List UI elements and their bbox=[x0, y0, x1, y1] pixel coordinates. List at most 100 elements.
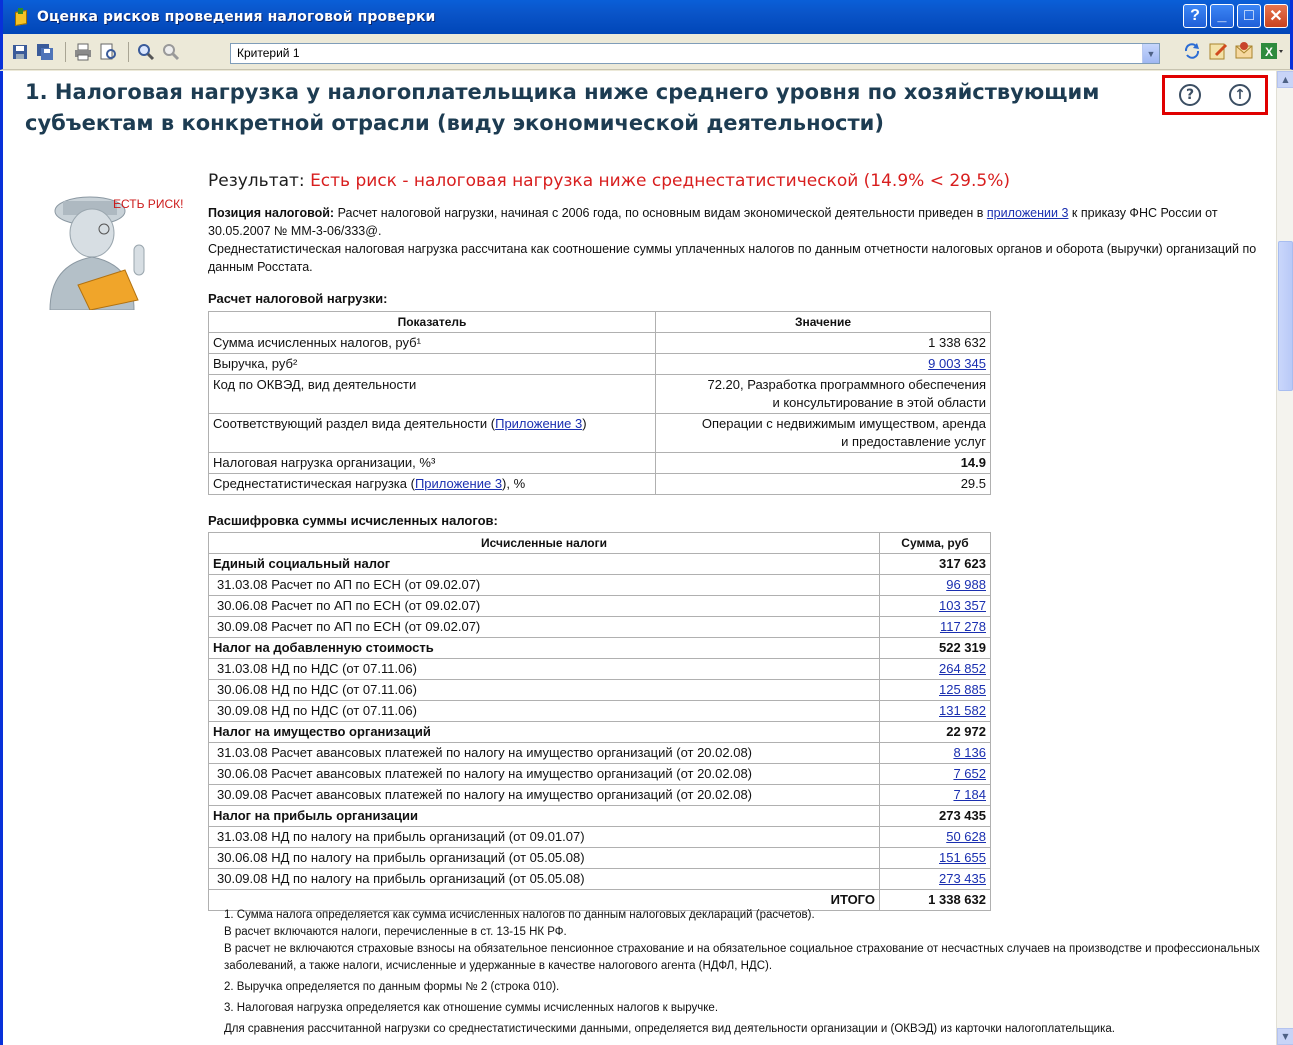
table-row: 31.03.08 НД по налогу на прибыль организ… bbox=[208, 826, 991, 848]
close-button[interactable]: ✕ bbox=[1264, 4, 1288, 28]
col-header-sum: Сумма, руб bbox=[879, 532, 991, 554]
col-header-indicator: Показатель bbox=[208, 311, 656, 333]
group-row: Налог на добавленную стоимость 522 319 bbox=[208, 637, 991, 659]
row-value: 14.9 bbox=[655, 452, 991, 474]
amount-link[interactable]: 131 582 bbox=[939, 703, 986, 718]
row-label: Сумма исчисленных налогов, руб¹ bbox=[208, 332, 656, 354]
excel-icon[interactable]: X bbox=[1260, 41, 1284, 61]
refresh-icon[interactable] bbox=[1182, 41, 1202, 61]
table-row: 30.09.08 Расчет авансовых платежей по на… bbox=[208, 784, 991, 806]
amount-link[interactable]: 273 435 bbox=[939, 871, 986, 886]
maximize-button[interactable]: □ bbox=[1237, 4, 1261, 28]
group-row: Единый социальный налог 317 623 bbox=[208, 553, 991, 575]
table-row: 30.06.08 Расчет авансовых платежей по на… bbox=[208, 763, 991, 785]
footnote-1: 1. Сумма налога определяется как сумма и… bbox=[224, 909, 1260, 972]
calc-header-row: Показатель Значение bbox=[208, 311, 991, 333]
print-icon[interactable] bbox=[72, 41, 94, 63]
amount-link[interactable]: 264 852 bbox=[939, 661, 986, 676]
zoom-in-icon[interactable] bbox=[135, 41, 157, 63]
col-header-value: Значение bbox=[655, 311, 991, 333]
table-row: 30.06.08 НД по НДС (от 07.11.06) 125 885 bbox=[208, 679, 991, 701]
group-label: Налог на имущество организаций bbox=[208, 721, 880, 743]
row-value: 29.5 bbox=[655, 473, 991, 495]
mail-icon[interactable] bbox=[1234, 41, 1254, 61]
footnote-2: 2. Выручка определяется по данным формы … bbox=[224, 981, 560, 993]
table-row: 30.06.08 Расчет по АП по ЕСН (от 09.02.0… bbox=[208, 595, 991, 617]
result-label: Результат: bbox=[208, 171, 305, 191]
help-circle-icon[interactable]: ? bbox=[1179, 84, 1201, 106]
group-label: Налог на прибыль организации bbox=[208, 805, 880, 827]
table-row: 30.09.08 НД по НДС (от 07.11.06) 131 582 bbox=[208, 700, 991, 722]
table-row: Сумма исчисленных налогов, руб¹ 1 338 63… bbox=[208, 332, 991, 354]
header-actions: ? ↑ bbox=[1162, 75, 1268, 115]
chevron-down-icon[interactable]: ▼ bbox=[1142, 44, 1159, 63]
toolbar: Критерий 1 ▼ X bbox=[0, 34, 1293, 70]
row-value: 72.20, Разработка программного обеспечен… bbox=[655, 374, 991, 414]
appendix-link[interactable]: Приложение 3 bbox=[495, 416, 582, 431]
table-row: 30.06.08 НД по налогу на прибыль организ… bbox=[208, 847, 991, 869]
help-button[interactable]: ? bbox=[1183, 4, 1207, 28]
breakdown-header-row: Исчисленные налоги Сумма, руб bbox=[208, 532, 991, 554]
col-header-taxes: Исчисленные налоги bbox=[208, 532, 880, 554]
amount-link[interactable]: 125 885 bbox=[939, 682, 986, 697]
group-label: Единый социальный налог bbox=[208, 553, 880, 575]
arrow-up-circle-icon[interactable]: ↑ bbox=[1229, 84, 1251, 106]
save-icon[interactable] bbox=[9, 41, 31, 63]
scroll-up-icon[interactable]: ▲ bbox=[1277, 71, 1293, 88]
result-value: Есть риск - налоговая нагрузка ниже сред… bbox=[310, 171, 1010, 191]
group-total: 273 435 bbox=[879, 805, 991, 827]
criterion-heading: 1. Налоговая нагрузка у налогоплательщик… bbox=[25, 80, 1100, 135]
position-text3: Среднестатистическая налоговая нагрузка … bbox=[208, 242, 1257, 274]
print-preview-icon[interactable] bbox=[97, 41, 119, 63]
group-label: Налог на добавленную стоимость bbox=[208, 637, 880, 659]
amount-link[interactable]: 7 184 bbox=[953, 787, 986, 802]
risk-badge: ЕСТЬ РИСК! bbox=[113, 197, 184, 211]
amount-link[interactable]: 50 628 bbox=[946, 829, 986, 844]
zoom-out-icon[interactable] bbox=[160, 41, 182, 63]
appendix-link[interactable]: приложении 3 bbox=[987, 206, 1069, 220]
row-label: Налоговая нагрузка организации, %³ bbox=[208, 452, 656, 474]
appendix-link[interactable]: Приложение 3 bbox=[415, 476, 502, 491]
amount-link[interactable]: 96 988 bbox=[946, 577, 986, 592]
amount-link[interactable]: 103 357 bbox=[939, 598, 986, 613]
row-value: 1 338 632 bbox=[655, 332, 991, 354]
save-all-icon[interactable] bbox=[34, 41, 56, 63]
amount-link[interactable]: 8 136 bbox=[953, 745, 986, 760]
amount-link[interactable]: 151 655 bbox=[939, 850, 986, 865]
criterion-select[interactable]: Критерий 1 ▼ bbox=[230, 43, 1160, 64]
table-row: Среднестатистическая нагрузка (Приложени… bbox=[208, 473, 991, 495]
amount-link[interactable]: 7 652 bbox=[953, 766, 986, 781]
table-row: 31.03.08 Расчет по АП по ЕСН (от 09.02.0… bbox=[208, 574, 991, 596]
table-row: Соответствующий раздел вида деятельности… bbox=[208, 413, 991, 453]
footnotes: 1. Сумма налога определяется как сумма и… bbox=[224, 907, 1274, 1042]
window-title: Оценка рисков проведения налоговой прове… bbox=[37, 9, 436, 25]
amount-link[interactable]: 117 278 bbox=[940, 619, 986, 634]
calc-title: Расчет налоговой нагрузки: bbox=[208, 291, 388, 306]
scroll-down-icon[interactable]: ▼ bbox=[1277, 1028, 1293, 1045]
row-value: Операции с недвижимым имуществом, аренда… bbox=[655, 413, 991, 453]
position-text1: Расчет налоговой нагрузки, начиная с 200… bbox=[337, 206, 984, 220]
row-label: Среднестатистическая нагрузка (Приложени… bbox=[208, 473, 656, 495]
table-row: Код по ОКВЭД, вид деятельности 72.20, Ра… bbox=[208, 374, 991, 414]
vertical-scrollbar[interactable]: ▲ ▼ bbox=[1276, 71, 1293, 1045]
table-row: Выручка, руб² 9 003 345 bbox=[208, 353, 991, 375]
breakdown-table: Исчисленные налоги Сумма, руб Единый соц… bbox=[208, 532, 991, 911]
result-line: Результат: Есть риск - налоговая нагрузк… bbox=[208, 171, 1010, 191]
edit-icon[interactable] bbox=[1208, 41, 1228, 61]
svg-text:X: X bbox=[1265, 45, 1273, 59]
minimize-button[interactable]: _ bbox=[1210, 4, 1234, 28]
revenue-link[interactable]: 9 003 345 bbox=[928, 356, 986, 371]
footnote-3: 3. Налоговая нагрузка определяется как о… bbox=[224, 1002, 719, 1014]
row-label: Выручка, руб² bbox=[208, 353, 656, 375]
table-row: 30.09.08 Расчет по АП по ЕСН (от 09.02.0… bbox=[208, 616, 991, 638]
report-content: 1. Налоговая нагрузка у налогоплательщик… bbox=[0, 71, 1293, 1045]
criterion-value: Критерий 1 bbox=[237, 46, 300, 60]
tax-inspector-illustration bbox=[49, 196, 145, 310]
scroll-thumb[interactable] bbox=[1278, 241, 1293, 391]
table-row: 31.03.08 Расчет авансовых платежей по на… bbox=[208, 742, 991, 764]
table-row: 31.03.08 НД по НДС (от 07.11.06) 264 852 bbox=[208, 658, 991, 680]
row-label: Код по ОКВЭД, вид деятельности bbox=[208, 374, 656, 414]
calc-table: Показатель Значение Сумма исчисленных на… bbox=[208, 311, 991, 495]
footnote-4: Для сравнения рассчитанной нагрузки со с… bbox=[224, 1023, 1115, 1035]
row-label: Соответствующий раздел вида деятельности… bbox=[208, 413, 656, 453]
